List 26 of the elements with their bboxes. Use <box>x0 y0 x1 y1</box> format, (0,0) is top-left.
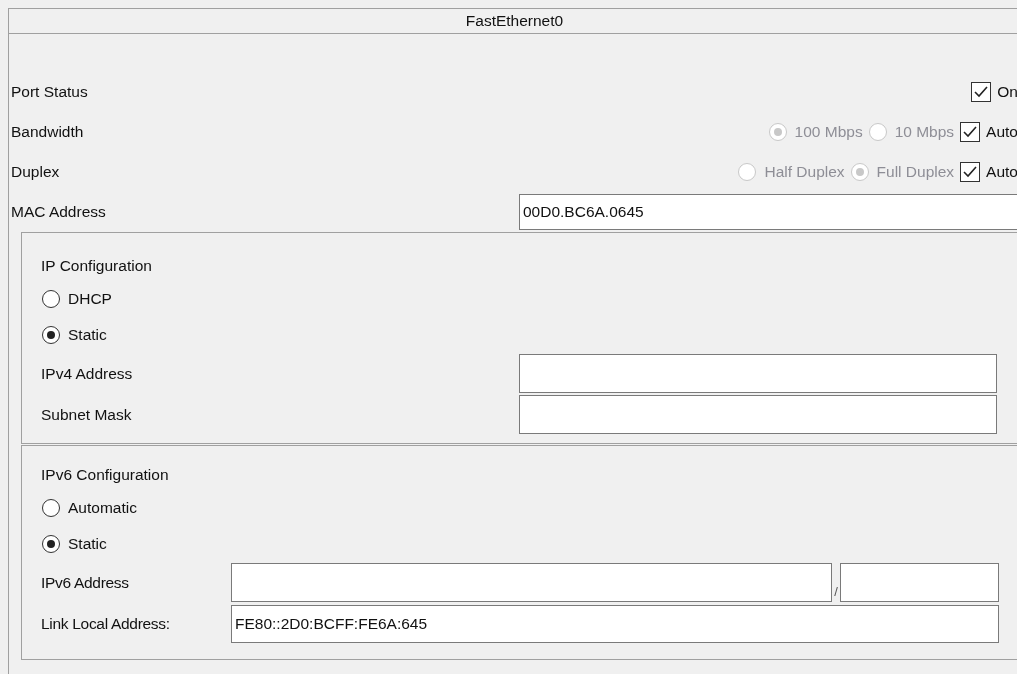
check-icon <box>963 126 978 138</box>
mode-radio[interactable]: Automatic <box>42 499 137 517</box>
ip-input-field[interactable] <box>519 354 997 393</box>
duplex-label: Duplex <box>11 163 60 181</box>
mode-radio[interactable]: Static <box>42 326 107 344</box>
ip-input-field[interactable] <box>519 395 997 434</box>
mode-radio[interactable]: DHCP <box>42 290 112 308</box>
bandwidth-label: Bandwidth <box>11 123 84 141</box>
check-icon <box>974 86 989 98</box>
prefix-separator: / <box>833 584 839 599</box>
field-label: IPv4 Address <box>41 364 133 383</box>
section-title: IPv6 Configuration <box>41 465 169 485</box>
ipv6-address-label: IPv6 Address <box>41 573 130 592</box>
mac-address-field[interactable]: 00D0.BC6A.0645 <box>519 194 1017 230</box>
port-on-checkbox[interactable]: On <box>971 82 1017 102</box>
link-local-label: Link Local Address: <box>41 614 171 633</box>
prefix-length-field[interactable] <box>840 563 999 602</box>
field-label: Subnet Mask <box>41 405 132 424</box>
port-status-label: Port Status <box>11 83 88 101</box>
mac-address-label: MAC Address <box>11 203 107 221</box>
mode-radio[interactable]: Static <box>42 535 107 553</box>
check-icon <box>963 166 978 178</box>
link-local-field[interactable]: FE80::2D0:BCFF:FE6A:645 <box>231 604 999 643</box>
panel-title: FastEthernet0 <box>9 8 1017 34</box>
ipv6-address-field[interactable] <box>231 563 832 602</box>
section-title: IP Configuration <box>41 256 152 276</box>
